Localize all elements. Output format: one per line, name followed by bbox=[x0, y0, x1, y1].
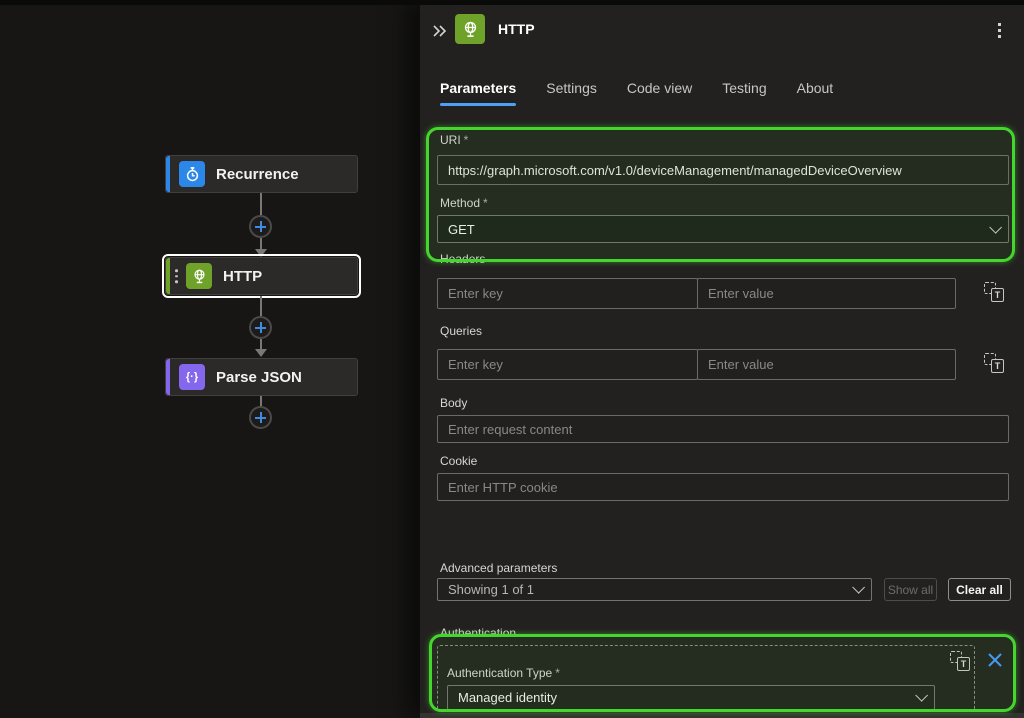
parse-json-icon: {·} bbox=[179, 364, 205, 390]
panel-title: HTTP bbox=[498, 21, 535, 37]
tab-code-view[interactable]: Code view bbox=[627, 80, 692, 106]
headers-text-mode-icon[interactable]: T bbox=[984, 282, 1004, 302]
remove-authentication-icon[interactable] bbox=[986, 651, 1004, 669]
connector-line bbox=[260, 296, 262, 316]
queries-label: Queries bbox=[440, 324, 482, 338]
method-value: GET bbox=[448, 222, 989, 237]
panel-bottom-edge bbox=[420, 713, 1024, 718]
advanced-parameters-dropdown[interactable]: Showing 1 of 1 bbox=[437, 578, 872, 601]
node-accent-bar bbox=[166, 359, 170, 395]
authentication-section-label: Authentication bbox=[440, 626, 516, 640]
add-step-button[interactable] bbox=[249, 406, 272, 429]
app-window: Recurrence HTTP bbox=[0, 0, 1024, 718]
node-parse-json[interactable]: {·} Parse JSON bbox=[165, 358, 358, 396]
connector-line bbox=[260, 193, 262, 215]
advanced-parameters-label: Advanced parameters bbox=[440, 561, 557, 575]
node-label: Recurrence bbox=[216, 166, 299, 183]
panel-header: HTTP bbox=[420, 14, 1024, 48]
queries-key-input[interactable] bbox=[437, 349, 698, 380]
insert-step-button[interactable] bbox=[249, 316, 272, 339]
workflow-canvas[interactable]: Recurrence HTTP bbox=[0, 0, 420, 718]
recurrence-icon bbox=[179, 161, 205, 187]
tab-parameters[interactable]: Parameters bbox=[440, 80, 516, 106]
authentication-type-dropdown[interactable]: Managed identity bbox=[447, 685, 935, 710]
method-label: Method* bbox=[440, 196, 488, 210]
node-recurrence[interactable]: Recurrence bbox=[165, 155, 358, 193]
chevron-down-icon bbox=[852, 581, 865, 594]
body-input[interactable] bbox=[437, 415, 1009, 443]
node-http[interactable]: HTTP bbox=[165, 257, 358, 295]
connector-line bbox=[260, 339, 262, 349]
tab-testing[interactable]: Testing bbox=[722, 80, 766, 106]
tab-bar: Parameters Settings Code view Testing Ab… bbox=[440, 80, 833, 106]
cookie-input[interactable] bbox=[437, 473, 1009, 501]
chevron-down-icon bbox=[989, 221, 1002, 234]
node-label: Parse JSON bbox=[216, 369, 302, 386]
cookie-label: Cookie bbox=[440, 454, 477, 468]
connector-line bbox=[260, 396, 262, 406]
http-icon bbox=[455, 14, 485, 44]
collapse-panel-icon[interactable] bbox=[429, 21, 449, 41]
node-accent-bar bbox=[166, 258, 170, 294]
clear-all-button[interactable]: Clear all bbox=[948, 578, 1011, 601]
queries-value-input[interactable] bbox=[697, 349, 956, 380]
more-options-icon[interactable] bbox=[990, 19, 1008, 41]
connector-arrow bbox=[255, 249, 267, 257]
drag-handle-icon[interactable] bbox=[175, 269, 178, 283]
authentication-type-value: Managed identity bbox=[458, 690, 915, 705]
advanced-parameters-value: Showing 1 of 1 bbox=[448, 582, 852, 597]
method-dropdown[interactable]: GET bbox=[437, 215, 1009, 243]
connector-line bbox=[260, 238, 262, 249]
http-icon bbox=[186, 263, 212, 289]
headers-key-input[interactable] bbox=[437, 278, 698, 309]
window-top-edge bbox=[0, 0, 1024, 5]
authentication-text-mode-icon[interactable]: T bbox=[950, 651, 970, 671]
authentication-type-label: Authentication Type* bbox=[447, 666, 560, 680]
queries-text-mode-icon[interactable]: T bbox=[984, 353, 1004, 373]
insert-step-button[interactable] bbox=[249, 215, 272, 238]
headers-value-input[interactable] bbox=[697, 278, 956, 309]
show-all-button[interactable]: Show all bbox=[884, 578, 937, 601]
headers-label: Headers bbox=[440, 252, 485, 266]
uri-label: URI* bbox=[440, 133, 468, 147]
node-label: HTTP bbox=[223, 268, 262, 285]
node-accent-bar bbox=[166, 156, 170, 192]
chevron-down-icon bbox=[915, 689, 928, 702]
tab-about[interactable]: About bbox=[797, 80, 834, 106]
uri-input[interactable] bbox=[437, 155, 1009, 185]
connector-arrow bbox=[255, 349, 267, 357]
action-details-panel: HTTP Parameters Settings Code view Testi… bbox=[420, 0, 1024, 718]
tab-settings[interactable]: Settings bbox=[546, 80, 597, 106]
body-label: Body bbox=[440, 396, 467, 410]
